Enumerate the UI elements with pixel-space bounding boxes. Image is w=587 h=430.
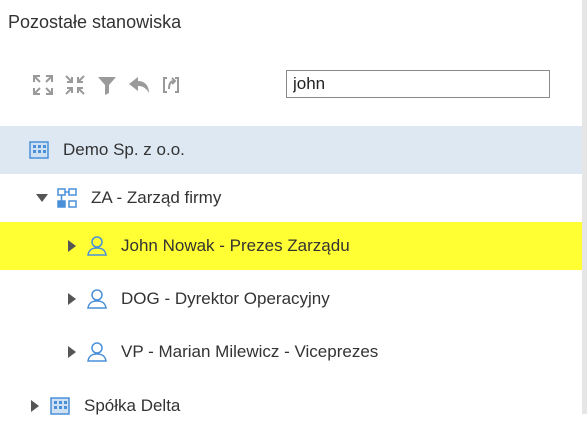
toolbar	[30, 68, 184, 102]
tree-item-person[interactable]: DOG - Dyrektor Operacyjny	[0, 275, 582, 323]
tree-item-person[interactable]: John Nowak - Prezes Zarządu	[0, 222, 582, 270]
chevron-right-icon[interactable]	[28, 399, 42, 413]
tree-item-label: ZA - Zarząd firmy	[91, 188, 222, 207]
person-icon	[85, 235, 109, 257]
chevron-right-icon[interactable]	[65, 239, 79, 253]
tree-item-label: John Nowak - Prezes Zarządu	[121, 236, 350, 255]
tree-item-label: DOG - Dyrektor Operacyjny	[121, 289, 330, 308]
chevron-right-icon[interactable]	[65, 292, 79, 306]
person-icon	[85, 288, 109, 310]
tree-item-label: VP - Marian Milewicz - Viceprezes	[121, 342, 379, 361]
tree-item-department[interactable]: ZA - Zarząd firmy	[0, 174, 582, 222]
undo-icon	[129, 77, 149, 93]
undo-button[interactable]	[126, 72, 152, 98]
panel-title: Pozostałe stanowiska	[8, 12, 182, 32]
chevron-down-icon[interactable]	[35, 191, 49, 205]
filter-button[interactable]	[94, 72, 120, 98]
tree-item-company[interactable]: Demo Sp. z o.o.	[0, 126, 582, 174]
search-input[interactable]	[286, 70, 550, 98]
person-icon	[85, 341, 109, 363]
refresh-button[interactable]	[158, 72, 184, 98]
refresh-icon	[163, 77, 179, 93]
collapse-all-button[interactable]	[62, 72, 88, 98]
scrollbar[interactable]	[582, 0, 587, 414]
expand-all-icon	[33, 75, 53, 95]
org-chart-icon	[55, 187, 79, 209]
tree-item-company[interactable]: Spółka Delta	[0, 382, 582, 430]
tree-item-label: Spółka Delta	[84, 396, 181, 415]
expand-all-button[interactable]	[30, 72, 56, 98]
building-icon	[27, 139, 51, 161]
filter-icon	[98, 77, 116, 95]
collapse-all-icon	[65, 75, 85, 95]
tree-item-label: Demo Sp. z o.o.	[63, 140, 185, 159]
positions-panel: Pozostałe stanowiska john Demo Sp. z o.o…	[0, 0, 587, 415]
chevron-right-icon[interactable]	[65, 345, 79, 359]
tree-item-person[interactable]: VP - Marian Milewicz - Viceprezes	[0, 328, 582, 376]
